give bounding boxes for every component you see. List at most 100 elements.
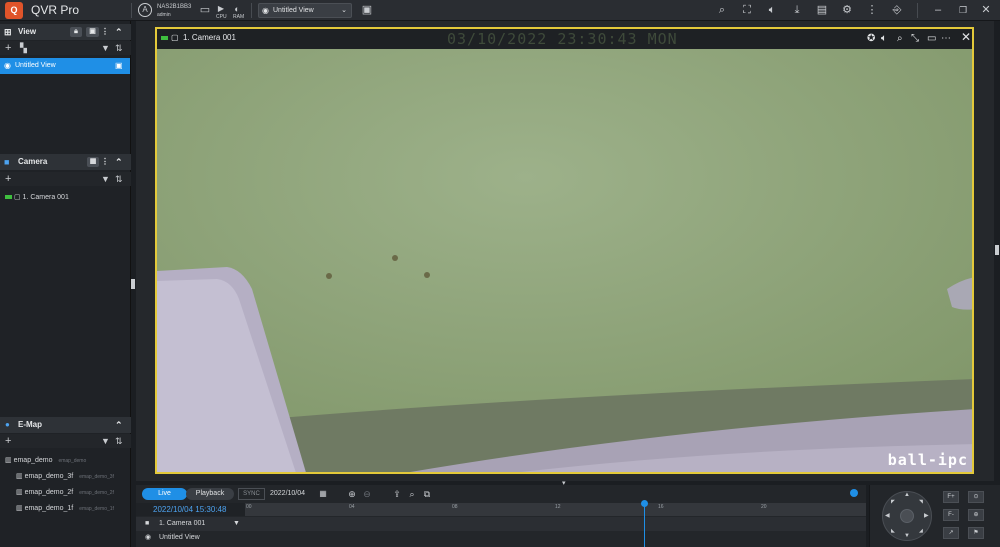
collapse-right-handle[interactable] [995, 245, 999, 255]
camera-list-item[interactable]: ▢ 1. Camera 001 [5, 193, 69, 201]
arrow-down-left-icon[interactable]: ◣ [891, 528, 895, 534]
tab-live[interactable]: Live [142, 488, 187, 500]
arrow-up-left-icon[interactable]: ◤ [891, 499, 895, 505]
search-icon[interactable]: ⌕ [407, 487, 417, 501]
filter-icon[interactable]: ▼ [101, 172, 110, 186]
layout-icon[interactable]: ▣ [86, 27, 99, 37]
ptz-auto-button[interactable]: ⊙ [968, 491, 984, 503]
camera-toolbar: + ▼ ⇅ [0, 172, 131, 186]
emap-tree-item[interactable]: ▥ emap_demo emap_demo [5, 456, 86, 464]
chevron-up-icon[interactable]: ⌃ [115, 417, 123, 433]
filter-icon[interactable]: ▼ [101, 434, 110, 448]
filter-icon[interactable]: ▼ [101, 41, 110, 55]
emap-section-header[interactable]: ● E-Map ⌃ [0, 417, 131, 433]
view-select[interactable]: ◉ Untitled View ⌄ [258, 3, 352, 18]
user-icon[interactable]: A [138, 3, 152, 17]
divider [131, 3, 132, 18]
ptz-joystick[interactable]: ▲ ▼ ◀ ▶ ◤ ◥ ◣ ◢ [882, 491, 932, 541]
filter-icon[interactable]: ▼ [233, 517, 240, 531]
view-list-item[interactable]: ◉ Untitled View ▣ [0, 58, 130, 74]
view-item-label: Untitled View [15, 62, 56, 69]
sort-icon[interactable]: ⇅ [115, 41, 123, 55]
ruler-tick: 12 [555, 504, 561, 510]
download-icon[interactable]: ⤓ [790, 3, 804, 17]
more-horizontal-icon[interactable]: ⋯ [941, 33, 951, 44]
more-vertical-icon[interactable]: ⋮ [865, 3, 879, 17]
online-status-icon [5, 195, 12, 200]
more-vertical-icon[interactable]: ⋮ [101, 154, 109, 170]
ptz-control-panel: ▲ ▼ ◀ ▶ ◤ ◥ ◣ ◢ F+ ⊙ F- ⊕ ↗ ⚑ [869, 485, 1000, 547]
volume-icon[interactable]: 🔈︎ [881, 33, 887, 44]
sort-icon[interactable]: ⇅ [115, 434, 123, 448]
add-icon[interactable]: + [5, 434, 11, 448]
emap-tree-item[interactable]: ▥ emap_demo_1f emap_demo_1f [16, 504, 114, 512]
focus-minus-button[interactable]: F- [943, 509, 959, 521]
gear-icon[interactable]: ⚙︎ [840, 3, 854, 17]
monitor-icon[interactable]: ▭ [198, 3, 212, 17]
collapse-left-handle[interactable] [131, 279, 135, 289]
iris-button[interactable]: ↗ [943, 527, 959, 539]
tab-playback[interactable]: Playback [186, 488, 234, 500]
volume-icon[interactable]: 🔈︎ [765, 3, 779, 17]
camera-icon: ■ [4, 157, 10, 167]
record-icon[interactable]: ▭ [927, 33, 936, 44]
save-view-icon[interactable]: ▣ [115, 58, 123, 74]
close-icon[interactable]: ✕ [980, 3, 992, 17]
more-vertical-icon[interactable]: ⋮ [101, 24, 109, 40]
camera-section-header[interactable]: ■ Camera ▦ ⋮ ⌃ [0, 154, 131, 170]
ruler-tick: 04 [349, 504, 355, 510]
save-view-icon[interactable]: ▣ [361, 3, 373, 17]
chevron-up-icon[interactable]: ⌃ [115, 154, 123, 170]
close-icon[interactable]: ✕ [961, 31, 971, 43]
restore-icon[interactable]: ❐ [957, 3, 969, 17]
camera-item-label: 1. Camera 001 [22, 194, 69, 201]
lock-icon[interactable]: 🔒︎ [70, 27, 82, 37]
ptz-patrol-button[interactable]: ⚑ [968, 527, 984, 539]
timeline-cursor-handle[interactable] [641, 500, 648, 507]
map-icon: ▥ [16, 473, 23, 480]
map-pin-icon: ● [5, 420, 10, 429]
fullscreen-icon[interactable]: ⛶ [740, 3, 754, 17]
logout-icon[interactable]: ⎆ [890, 3, 904, 17]
minimize-icon[interactable]: – [932, 3, 944, 17]
zoom-icon[interactable]: ⌕ [897, 33, 903, 44]
emap-toolbar: + ▼ ⇅ [0, 434, 131, 448]
arrow-down-right-icon[interactable]: ◢ [919, 528, 923, 534]
calendar-icon[interactable]: ▦ [318, 487, 328, 501]
timeline-track[interactable] [245, 517, 866, 531]
timeline-row-view[interactable]: ◉ Untitled View [136, 531, 245, 545]
zoom-in-icon[interactable]: ⊕ [347, 487, 357, 501]
zoom-out-icon[interactable]: ⊖ [362, 487, 372, 501]
arrow-right-icon[interactable]: ▶ [924, 512, 929, 519]
view-section-header[interactable]: ⊞ View 🔒︎ ▣ ⋮ ⌃ [0, 24, 131, 40]
timeline-cursor[interactable] [644, 501, 645, 547]
timeline-row-camera[interactable]: ■ 1. Camera 001 ▼ [136, 517, 245, 531]
arrow-down-icon[interactable]: ▼ [904, 533, 910, 539]
search-icon[interactable]: ⌕ [715, 3, 729, 17]
timeline-ruler[interactable]: 00 04 08 12 16 20 [245, 503, 866, 516]
ruler-tick: 08 [452, 504, 458, 510]
arrow-up-icon[interactable]: ▲ [904, 492, 910, 498]
camera-layout-icon[interactable]: ▦ [87, 157, 99, 167]
sync-button[interactable]: SYNC [238, 488, 265, 500]
add-icon[interactable]: + [5, 41, 11, 55]
camera-video-tile[interactable]: ▢ 1. Camera 001 ✪ 🔈︎ ⌕ ⤡ ▭ ⋯ ✕ 03/10/202… [155, 27, 974, 474]
export-icon[interactable]: ⇪ [392, 487, 402, 501]
ptz-preset-button[interactable]: ⊕ [968, 509, 984, 521]
ptz-icon[interactable]: ✪ [867, 33, 875, 44]
notification-icon[interactable]: ▤ [815, 3, 829, 17]
snapshot-icon[interactable]: ⧉ [422, 487, 432, 501]
arrow-up-right-icon[interactable]: ◥ [919, 499, 923, 505]
camera-icon: ▢ [171, 33, 179, 42]
chevron-up-icon[interactable]: ⌃ [115, 24, 123, 40]
arrow-left-icon[interactable]: ◀ [885, 512, 890, 519]
view-header-label: View [18, 27, 37, 36]
emap-tree-item[interactable]: ▥ emap_demo_2f emap_demo_2f [16, 488, 114, 496]
add-icon[interactable]: + [5, 172, 11, 186]
digital-zoom-icon[interactable]: ⤡ [911, 33, 919, 44]
ptz-center-button[interactable] [900, 509, 914, 523]
emap-tree-item[interactable]: ▥ emap_demo_3f emap_demo_3f [16, 472, 114, 480]
split-icon[interactable]: ▚ [20, 41, 27, 55]
sort-icon[interactable]: ⇅ [115, 172, 123, 186]
focus-button[interactable]: F+ [943, 491, 959, 503]
